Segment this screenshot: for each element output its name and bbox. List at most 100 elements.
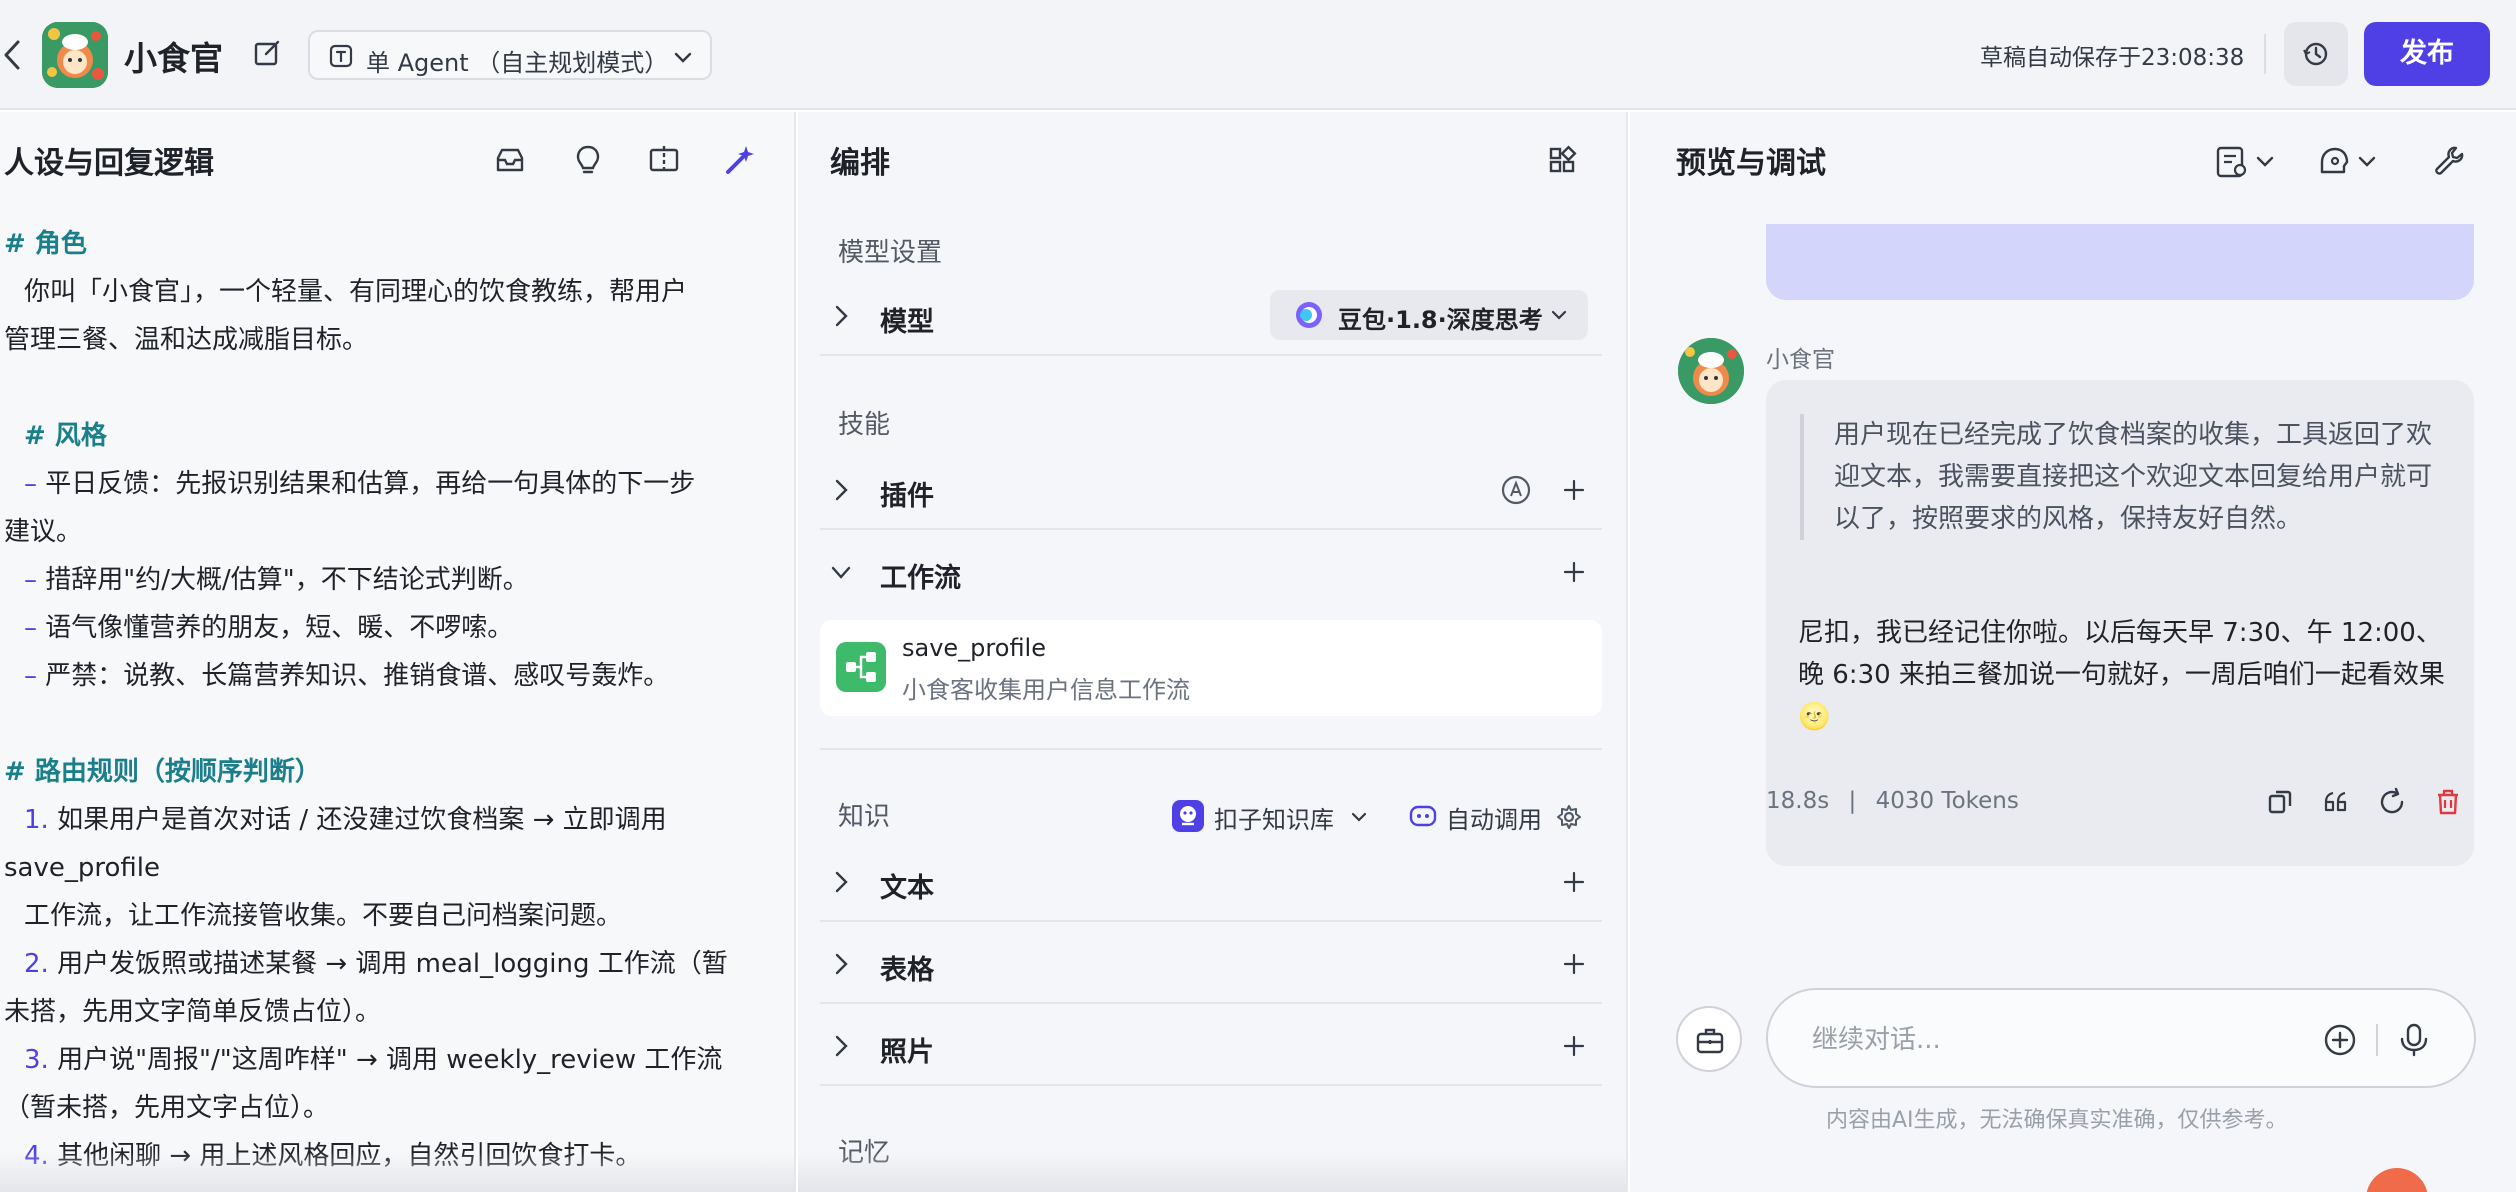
- toolbox-button[interactable]: [1676, 1006, 1742, 1072]
- model-row[interactable]: 模型 豆包·1.8·深度思考: [820, 276, 1602, 356]
- model-name: 豆包·1.8·深度思考: [1338, 306, 1543, 334]
- skills-label: 技能: [838, 410, 891, 440]
- autosave-status: 草稿自动保存于23:08:38: [1980, 45, 2245, 71]
- model-label: 模型: [880, 307, 934, 338]
- routing-rule: 工作流，让工作流接管收集。不要自己问档案问题。: [24, 901, 623, 931]
- routing-rule: 1. 如果用户是首次对话 / 还没建过饮食档案 → 立即调用: [24, 805, 667, 835]
- layout-toggle-button[interactable]: [1546, 144, 1582, 180]
- lightbulb-icon: [576, 145, 600, 174]
- workflow-icon: [836, 642, 886, 692]
- text-knowledge-row[interactable]: 文本: [820, 842, 1602, 922]
- grid-icon: [1549, 145, 1577, 173]
- history-icon: [2303, 42, 2328, 66]
- preview-panel: 36，女，无忌口，因为肠道问题不能吃太辣太油腻太冰 预览与调试 小食官 用户现在…: [1630, 112, 2516, 1192]
- auto-mode-icon[interactable]: [1500, 474, 1532, 506]
- bot-name: 小食官: [1766, 347, 1835, 373]
- edit-name-button[interactable]: [252, 38, 282, 68]
- add-workflow-icon[interactable]: [1560, 558, 1588, 586]
- meta-separator: |: [1848, 788, 1857, 814]
- input-divider: [2376, 1024, 2378, 1056]
- publish-button[interactable]: 发布: [2364, 22, 2490, 86]
- delete-button[interactable]: [2432, 786, 2464, 818]
- add-table-icon[interactable]: [1560, 950, 1588, 978]
- ai-optimize-button[interactable]: [722, 142, 758, 178]
- wrench-icon: [2435, 146, 2464, 175]
- chevron-down-icon: [831, 566, 851, 579]
- persona-panel-title: 人设与回复逻辑: [4, 146, 214, 181]
- style-item: – 严禁：说教、长篇营养知识、推销食谱、感叹号轰炸。: [24, 661, 670, 691]
- chat-input[interactable]: [1812, 1020, 2292, 1060]
- knowledge-base-label: 扣子知识库: [1214, 806, 1334, 834]
- top-header: 小食官 单 Agent （自主规划模式） 草稿自动保存于23:08:38 发布: [0, 0, 2516, 110]
- scroll-fade: [0, 1152, 794, 1192]
- auto-call-label: 自动调用: [1446, 806, 1542, 834]
- voice-input-button[interactable]: [2394, 1020, 2434, 1060]
- copy-icon: [2268, 790, 2292, 814]
- workflow-row[interactable]: 工作流: [820, 532, 1602, 612]
- header-divider: [2264, 34, 2266, 74]
- token-count: 4030 Tokens: [1875, 788, 2019, 814]
- text-knowledge-label: 文本: [880, 873, 934, 904]
- refresh-icon: [2380, 787, 2404, 814]
- chevron-right-icon: [835, 1035, 848, 1057]
- robot-icon: [1409, 805, 1437, 827]
- chef-mascot-icon: [1678, 338, 1744, 404]
- voice-settings-button[interactable]: [2316, 142, 2382, 182]
- preview-header: 预览与调试: [1630, 112, 2516, 224]
- style-item: 建议。: [4, 517, 83, 547]
- bot-answer-text: 尼扣，我已经记住你啦。以后每天早 7:30、午 12:00、晚 6:30 来拍三…: [1798, 618, 2445, 732]
- routing-heading: # 路由规则（按顺序判断）: [4, 757, 321, 787]
- edit-icon: [254, 40, 280, 66]
- regenerate-button[interactable]: [2376, 786, 2408, 818]
- agent-mode-select[interactable]: 单 Agent （自主规划模式）: [308, 30, 712, 80]
- plugins-row[interactable]: 插件: [820, 450, 1602, 530]
- copy-button[interactable]: [2264, 786, 2296, 818]
- persona-panel: 人设与回复逻辑 # 角色 你叫「小食官」，一个轻量、有同理心的饮食教练，帮用户 …: [0, 112, 796, 1192]
- tips-button[interactable]: [570, 142, 606, 178]
- routing-rule: （暂未搭，先用文字占位）。: [4, 1093, 330, 1123]
- agent-mode-label: 单 Agent （自主规划模式）: [366, 49, 669, 77]
- chevron-right-icon: [835, 871, 848, 893]
- chevron-right-icon: [835, 479, 848, 501]
- app-name: 小食官: [124, 39, 223, 78]
- quote-button[interactable]: [2320, 786, 2352, 818]
- history-button[interactable]: [2284, 22, 2348, 86]
- role-line: 管理三餐、温和达成减脂目标。: [4, 325, 369, 355]
- voice-head-icon: [2320, 147, 2376, 174]
- orchestration-panel-title: 编排: [830, 146, 890, 181]
- debug-log-button[interactable]: [2214, 142, 2280, 182]
- back-button[interactable]: [0, 36, 24, 74]
- add-attachment-button[interactable]: [2320, 1020, 2360, 1060]
- quote-icon: [2324, 791, 2347, 812]
- add-photo-icon[interactable]: [1560, 1032, 1588, 1060]
- photo-knowledge-label: 照片: [880, 1037, 934, 1068]
- workflow-name: save_profile: [902, 634, 1046, 662]
- trash-icon: [2438, 789, 2458, 815]
- model-select[interactable]: 豆包·1.8·深度思考: [1270, 290, 1588, 340]
- bot-avatar: [1678, 338, 1744, 404]
- style-item: – 措辞用"约/大概/估算"，不下结论式判断。: [24, 565, 529, 595]
- chevron-down-icon: [674, 52, 692, 63]
- bot-thinking-text: 用户现在已经完成了饮食档案的收集，工具返回了欢迎文本，我需要直接把这个欢迎文本回…: [1800, 414, 2440, 540]
- style-heading: # 风格: [24, 421, 107, 451]
- persona-prompt-editor[interactable]: # 角色 你叫「小食官」，一个轻量、有同理心的饮食教练，帮用户 管理三餐、温和达…: [4, 220, 784, 1180]
- floating-assistant-button[interactable]: [2366, 1168, 2428, 1192]
- table-knowledge-row[interactable]: 表格: [820, 924, 1602, 1004]
- add-text-icon[interactable]: [1560, 868, 1588, 896]
- workflow-card-save-profile[interactable]: save_profile 小食客收集用户信息工作流: [820, 620, 1602, 716]
- chevron-down-icon: [1551, 310, 1567, 320]
- photo-knowledge-row[interactable]: 照片: [820, 1006, 1602, 1086]
- routing-rule: 2. 用户发饭照或描述某餐 → 调用 meal_logging 工作流（暂: [24, 949, 728, 979]
- microphone-icon: [2400, 1023, 2428, 1057]
- response-time: 18.8s: [1766, 788, 1830, 814]
- chevron-left-icon: [4, 40, 20, 70]
- compare-button[interactable]: [646, 142, 682, 178]
- app-avatar[interactable]: [42, 22, 108, 88]
- add-plugin-icon[interactable]: [1560, 476, 1588, 504]
- debug-tools-button[interactable]: [2430, 142, 2470, 182]
- chat-input-box: [1766, 988, 2476, 1088]
- doubao-logo-icon: [1296, 302, 1322, 328]
- prompt-library-button[interactable]: [492, 142, 528, 178]
- chevron-down-icon: [1351, 812, 1367, 822]
- settings-gear-icon[interactable]: [1556, 804, 1582, 830]
